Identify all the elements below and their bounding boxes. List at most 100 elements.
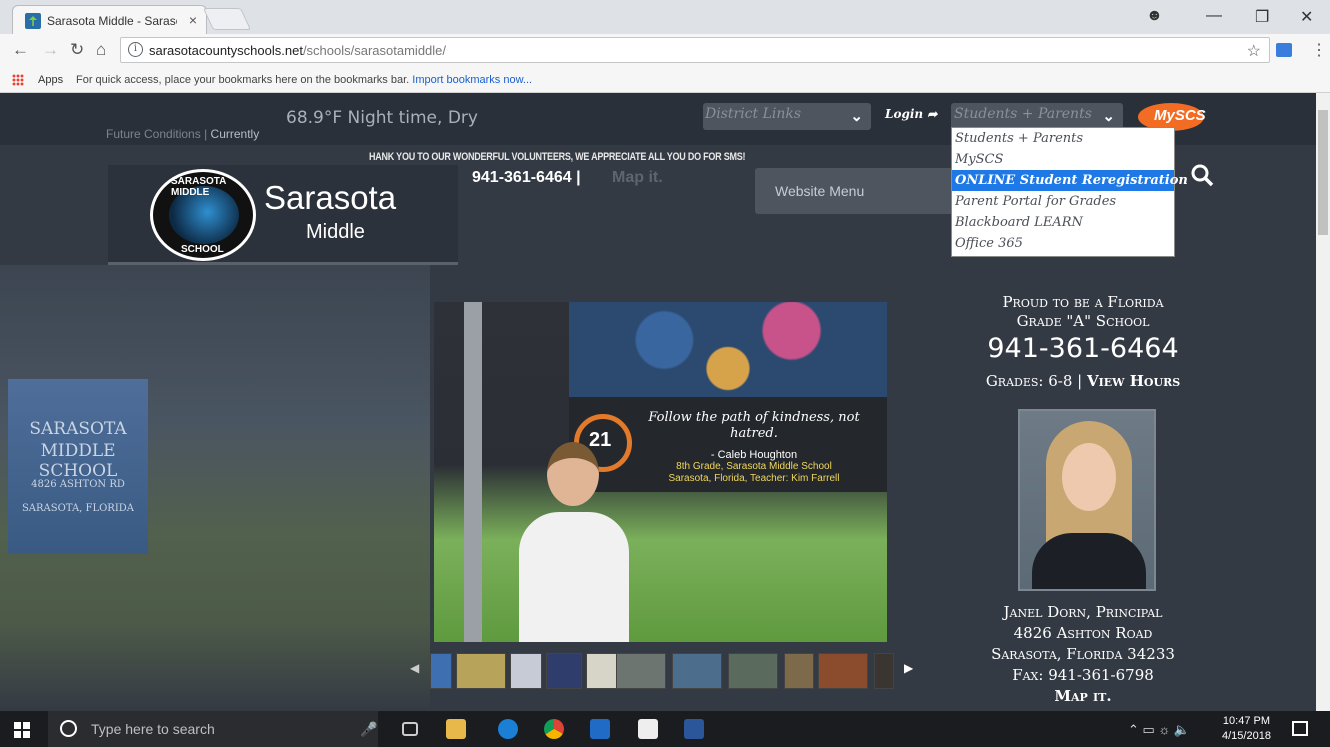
view-hours-link[interactable]: View Hours [1087, 372, 1180, 390]
slideshow-thumbnails: ◀ ▶ [410, 651, 913, 691]
task-view-icon[interactable] [402, 722, 418, 736]
header-phone[interactable]: 941-361-6464 | [472, 169, 581, 187]
reload-icon[interactable]: ↻ [70, 40, 84, 60]
thumbnail[interactable] [784, 653, 814, 689]
thumbnail[interactable] [456, 653, 506, 689]
dropdown-option[interactable]: ONLINE Student Reregistration [952, 170, 1188, 191]
back-icon[interactable]: ← [12, 40, 29, 60]
dropdown-option[interactable]: MySCS [952, 149, 1174, 170]
minimize-icon[interactable]: — [1206, 7, 1222, 25]
home-icon[interactable]: ⌂ [96, 40, 106, 60]
district-links-select[interactable]: District Links ⌄ [703, 103, 871, 130]
photo-pole [464, 302, 482, 642]
login-link[interactable]: Login ➦ [885, 107, 937, 121]
apps-grid-icon[interactable] [12, 74, 24, 86]
map-it-link[interactable]: Map it. [930, 686, 1236, 707]
search-icon[interactable] [1190, 163, 1214, 187]
dropdown-option[interactable]: Office 365 [952, 233, 1174, 254]
browser-tab-strip: Sarasota Middle - Saraso × ☻ — ❐ ✕ [0, 0, 1330, 34]
school-logo-card[interactable]: SARASOTA MIDDLE SCHOOL Sarasota Middle [108, 165, 458, 265]
thumbnail[interactable] [546, 653, 582, 689]
student-figure [519, 442, 629, 642]
school-info-panel: Proud to be a Florida Grade "A" School 9… [930, 293, 1236, 705]
system-tray-icons[interactable]: ⌃ ▭ ☼ 🔈 [1128, 722, 1190, 738]
bookmark-star-icon[interactable]: ☆ [1247, 41, 1261, 61]
school-name: Sarasota [264, 179, 397, 216]
weather-text: 68.9°F Night time, Dry [286, 108, 478, 128]
chrome-icon[interactable] [544, 719, 564, 739]
grades-line: Grades: 6-8 | View Hours [985, 372, 1181, 390]
tab-close-icon[interactable]: × [189, 12, 197, 28]
principal-name: Janel Dorn, Principal [1003, 603, 1163, 621]
taskbar-clock[interactable]: 10:47 PM 4/15/2018 [1222, 714, 1271, 744]
quote-attribution: - Caleb Houghton 8th Grade, Sarasota Mid… [668, 449, 840, 484]
file-explorer-icon[interactable] [446, 719, 466, 739]
weather-tabs: Future Conditions | Currently [106, 127, 260, 141]
website-menu-button[interactable]: Website Menu [755, 168, 955, 214]
thumbs-next-icon[interactable]: ▶ [904, 661, 913, 675]
site-favicon-icon [25, 13, 41, 29]
address-block: Janel Dorn, Principal 4826 Ashton Road S… [930, 602, 1236, 707]
edge-icon[interactable] [498, 719, 518, 739]
proud-line-2: Grade "A" School [1016, 312, 1150, 330]
cortana-icon [60, 720, 77, 737]
thumbnail[interactable] [728, 653, 778, 689]
dropdown-option[interactable]: Parent Portal for Grades [952, 191, 1174, 212]
word-icon[interactable] [684, 719, 704, 739]
street-address: 4826 Ashton Road [1013, 624, 1153, 642]
tab-title: Sarasota Middle - Saraso [47, 14, 177, 28]
school-subtitle: Middle [306, 221, 365, 243]
action-center-icon[interactable] [1292, 721, 1308, 736]
web-page: 68.9°F Night time, Dry Future Conditions… [0, 93, 1316, 711]
apps-link[interactable]: Apps [38, 74, 63, 86]
import-bookmarks-link[interactable]: Import bookmarks now... [412, 74, 532, 86]
city-state-zip: Sarasota, Florida 34233 [991, 645, 1175, 663]
browser-tab[interactable]: Sarasota Middle - Saraso × [12, 5, 207, 34]
featured-slideshow-photo[interactable]: 21 Follow the path of kindness, not hatr… [434, 302, 887, 642]
thumbnail[interactable] [672, 653, 722, 689]
school-seal-logo: SARASOTA MIDDLE SCHOOL [150, 169, 256, 261]
kindness-quote: Follow the path of kindness, not hatred. [648, 410, 860, 441]
page-scrollbar[interactable] [1316, 93, 1330, 711]
principal-photo [1018, 409, 1156, 591]
thumbnail[interactable] [510, 653, 542, 689]
bookmarks-hint: For quick access, place your bookmarks h… [76, 74, 533, 86]
dropdown-option[interactable]: Students + Parents [952, 128, 1174, 149]
address-bar[interactable]: i sarasotacountyschools.net/schools/sara… [120, 37, 1270, 63]
extension-icon[interactable] [1276, 43, 1292, 57]
chevron-down-icon: ⌄ [850, 108, 863, 125]
bookmarks-bar: Apps For quick access, place your bookma… [0, 66, 1330, 93]
chrome-menu-icon[interactable]: ⋮ [1311, 40, 1327, 60]
students-parents-dropdown[interactable]: Students + Parents MySCS ONLINE Student Re… [951, 127, 1188, 257]
microphone-icon[interactable]: 🎤 [360, 721, 377, 738]
windows-taskbar: Type here to search 🎤 ⌃ ▭ ☼ 🔈 10:47 PM 4/… [0, 711, 1330, 747]
proud-line-1: Proud to be a Florida [1002, 293, 1164, 311]
chevron-down-icon: ⌄ [1102, 108, 1115, 125]
close-window-icon[interactable]: ✕ [1300, 7, 1313, 27]
url-text: sarasotacountyschools.net/schools/saraso… [149, 43, 447, 58]
forward-icon[interactable]: → [42, 40, 59, 60]
header-map-link[interactable]: Map it. [612, 169, 663, 187]
main-phone[interactable]: 941-361-6464 [930, 333, 1236, 364]
thumbnail[interactable] [430, 653, 452, 689]
site-info-icon[interactable]: i [128, 42, 143, 57]
photos-icon[interactable] [638, 719, 658, 739]
future-conditions-link[interactable]: Future Conditions [106, 127, 201, 141]
new-tab-button[interactable] [202, 8, 252, 30]
outlook-icon[interactable] [590, 719, 610, 739]
thumbnail[interactable] [874, 653, 894, 689]
scrollbar-thumb[interactable] [1318, 110, 1328, 235]
fax-number: Fax: 941-361-6798 [1012, 666, 1154, 684]
currently-link[interactable]: Currently [211, 127, 260, 141]
thumbnail[interactable] [616, 653, 666, 689]
taskbar-search-box[interactable]: Type here to search [48, 711, 378, 747]
browser-toolbar: ← → ↻ ⌂ i sarasotacountyschools.net/scho… [0, 34, 1330, 66]
profile-icon[interactable]: ☻ [1146, 7, 1163, 25]
volunteer-ticker: HANK YOU TO OUR WONDERFUL VOLUNTEERS, WE… [369, 151, 746, 163]
maximize-icon[interactable]: ❐ [1255, 7, 1269, 27]
windows-start-icon[interactable] [14, 722, 30, 738]
thumbnail[interactable] [818, 653, 868, 689]
students-parents-select[interactable]: Students + Parents ⌄ [951, 103, 1123, 130]
thumbs-prev-icon[interactable]: ◀ [410, 661, 419, 675]
dropdown-option[interactable]: Blackboard LEARN [952, 212, 1174, 233]
